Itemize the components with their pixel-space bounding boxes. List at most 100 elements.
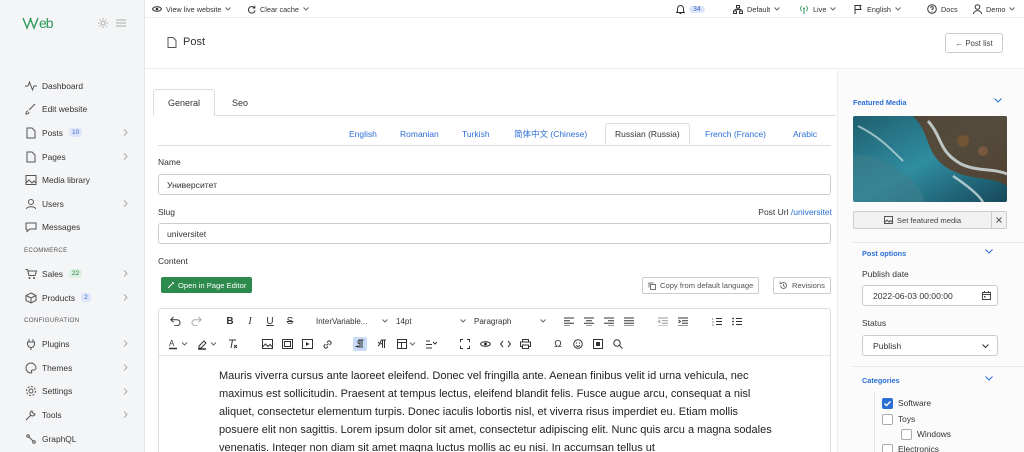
- post-options-heading[interactable]: Post options: [862, 249, 906, 258]
- clear-cache-button[interactable]: Clear cache: [247, 0, 309, 18]
- align-right-icon[interactable]: [602, 314, 616, 328]
- tab-general[interactable]: General: [153, 89, 215, 116]
- open-page-editor-button[interactable]: Open in Page Editor: [161, 277, 253, 293]
- print-icon[interactable]: [518, 337, 532, 351]
- docs-link[interactable]: Docs: [927, 0, 958, 18]
- sidebar-item-plugins[interactable]: Plugins: [0, 332, 144, 356]
- post-url-link[interactable]: /universitet: [791, 207, 832, 217]
- chevron-down-icon[interactable]: [985, 249, 993, 254]
- table-icon[interactable]: [396, 337, 418, 351]
- editor-content[interactable]: Mauris viverra cursus ante laoreet eleif…: [219, 367, 774, 452]
- bold-icon[interactable]: B: [223, 314, 237, 328]
- sidebar-item-edit-website[interactable]: Edit website: [0, 98, 144, 122]
- sidebar-item-label: Tools: [42, 409, 62, 420]
- category-checkbox-windows[interactable]: [901, 429, 912, 440]
- categories-heading[interactable]: Categories: [862, 376, 900, 385]
- lang-tab-chinese[interactable]: 简体中文 (Chinese): [514, 123, 587, 145]
- publish-date-input[interactable]: 2022-06-03 00:00:00: [862, 285, 998, 306]
- insert-link-icon[interactable]: [320, 337, 334, 351]
- sidebar-item-dashboard[interactable]: Dashboard: [0, 74, 144, 98]
- numbered-list-icon[interactable]: 123: [710, 314, 724, 328]
- post-list-button[interactable]: ← Post list: [945, 33, 1003, 53]
- copy-default-language-button[interactable]: Copy from default language: [642, 277, 760, 294]
- sidebar-item-posts[interactable]: Posts 10: [0, 121, 144, 145]
- chevron-down-icon[interactable]: [985, 376, 993, 381]
- page-title-text: Post: [183, 36, 206, 48]
- sidebar-item-sales[interactable]: Sales 22: [0, 262, 144, 286]
- fullscreen-icon[interactable]: [458, 337, 472, 351]
- status-select[interactable]: Publish: [862, 335, 998, 356]
- lang-tab-turkish[interactable]: Turkish: [462, 123, 490, 145]
- clear-formatting-icon[interactable]: [226, 337, 240, 351]
- special-character-icon[interactable]: Ω: [551, 337, 565, 351]
- environment-selector[interactable]: Live: [799, 0, 837, 18]
- underline-icon[interactable]: U: [263, 314, 277, 328]
- sidebar-item-graphql[interactable]: GraphQL: [0, 427, 144, 451]
- preview-icon[interactable]: [478, 337, 492, 351]
- category-checkbox-toys[interactable]: [882, 414, 893, 425]
- lang-tab-romanian[interactable]: Romanian: [400, 123, 439, 145]
- lang-tab-arabic[interactable]: Arabic: [793, 123, 817, 145]
- source-code-icon[interactable]: [498, 337, 512, 351]
- category-checkbox-software[interactable]: [882, 398, 893, 409]
- lang-tab-french[interactable]: French (France): [705, 123, 766, 145]
- calendar-icon[interactable]: [982, 291, 991, 300]
- theme-toggle-icon[interactable]: [98, 18, 108, 28]
- view-live-website-link[interactable]: View live website: [152, 0, 232, 18]
- align-center-icon[interactable]: [582, 314, 596, 328]
- emoji-icon[interactable]: [571, 337, 585, 351]
- notifications-button[interactable]: 34: [676, 0, 705, 18]
- show-blocks-icon[interactable]: [375, 337, 389, 351]
- outdent-icon[interactable]: [656, 314, 670, 328]
- sidebar-item-products[interactable]: Products 2: [0, 286, 144, 310]
- ltr-direction-icon[interactable]: [353, 337, 367, 351]
- font-family-select[interactable]: InterVariable...: [316, 314, 388, 328]
- revisions-button[interactable]: Revisions: [773, 277, 831, 294]
- brand-logo[interactable]: eb: [22, 15, 68, 31]
- block-format-select[interactable]: Paragraph: [474, 314, 546, 328]
- insert-image-icon[interactable]: [260, 337, 274, 351]
- highlight-color-icon[interactable]: [197, 337, 219, 351]
- indent-icon[interactable]: [676, 314, 690, 328]
- font-size-select[interactable]: 14pt: [396, 314, 466, 328]
- insert-video-icon[interactable]: [300, 337, 314, 351]
- sidebar-item-tools[interactable]: Tools: [0, 403, 144, 427]
- search-icon[interactable]: [611, 337, 625, 351]
- anchor-icon[interactable]: [591, 337, 605, 351]
- set-featured-media-button[interactable]: Set featured media: [853, 211, 992, 229]
- menu-icon[interactable]: [116, 18, 126, 28]
- featured-media-heading[interactable]: Featured Media: [853, 98, 907, 107]
- sidebar-item-messages[interactable]: Messages: [0, 216, 144, 240]
- sidebar-item-label: Posts: [42, 127, 63, 138]
- tab-seo[interactable]: Seo: [220, 89, 260, 116]
- lang-tab-english[interactable]: English: [349, 123, 377, 145]
- bullet-list-icon[interactable]: [730, 314, 744, 328]
- text-color-icon[interactable]: A: [168, 337, 190, 351]
- chevron-down-icon: [982, 344, 989, 349]
- redo-icon[interactable]: [189, 314, 203, 328]
- category-checkbox-electronics[interactable]: [882, 444, 893, 452]
- sidebar-item-media-library[interactable]: Media library: [0, 168, 144, 192]
- sidebar-item-users[interactable]: Users: [0, 192, 144, 216]
- featured-image[interactable]: [853, 116, 1007, 202]
- user-menu[interactable]: Demo: [973, 0, 1016, 18]
- remove-featured-media-button[interactable]: [991, 211, 1007, 229]
- slug-input[interactable]: universitet: [158, 223, 831, 244]
- name-input[interactable]: Университет: [158, 174, 831, 195]
- chevron-down-icon[interactable]: [994, 98, 1002, 103]
- sidebar-item-settings[interactable]: Settings: [0, 380, 144, 404]
- strikethrough-icon[interactable]: S: [283, 314, 297, 328]
- sidebar-item-themes[interactable]: Themes: [0, 356, 144, 380]
- chevron-down-icon: [895, 7, 901, 11]
- undo-icon[interactable]: [168, 314, 182, 328]
- lang-tab-russian[interactable]: Russian (Russia): [605, 123, 690, 145]
- theme-selector[interactable]: Default: [733, 0, 780, 18]
- align-justify-icon[interactable]: [622, 314, 636, 328]
- copy-icon: [648, 282, 656, 290]
- insert-gallery-icon[interactable]: [280, 337, 294, 351]
- template-icon[interactable]: [424, 337, 438, 351]
- language-selector[interactable]: English: [854, 0, 901, 18]
- align-left-icon[interactable]: [562, 314, 576, 328]
- italic-icon[interactable]: I: [243, 314, 257, 328]
- sidebar-item-pages[interactable]: Pages: [0, 145, 144, 169]
